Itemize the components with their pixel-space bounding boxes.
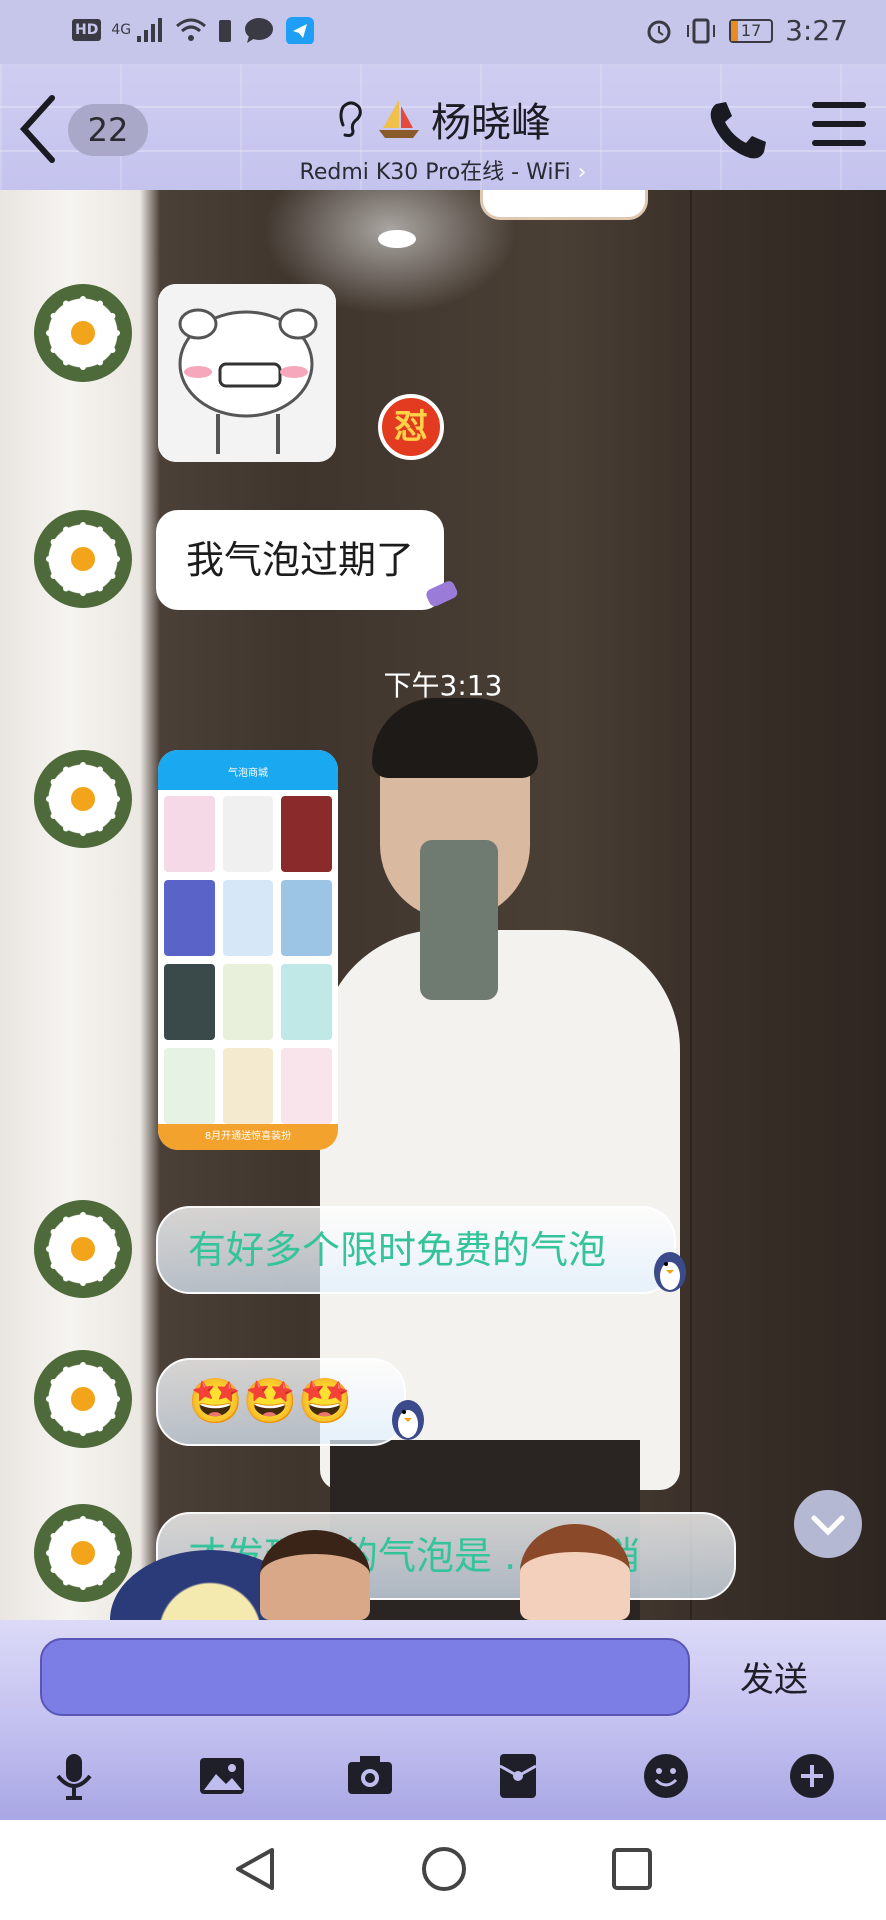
daisy-center [71,1541,95,1565]
daisy-center [71,787,95,811]
screenshot-cell [281,964,332,1040]
composer: 发送 [0,1620,886,1820]
penguin-icon [392,1400,424,1440]
message-bubble[interactable]: 有好多个限时免费的气泡 [156,1206,676,1294]
message-text: 我气泡过期了 [186,538,415,582]
daisy-center [71,321,95,345]
avatar[interactable] [34,284,132,382]
screenshot-cell [222,1048,274,1124]
message-text: 有好多个限时免费的气泡 [188,1228,607,1272]
screenshot-title: 气泡商城 [158,750,338,790]
daisy-center [71,1237,95,1261]
screenshot-cell [281,1048,332,1124]
composer-toolbar [0,1750,886,1810]
message-bubble[interactable]: 我气泡过期了 [156,510,445,610]
device-status: Redmi K30 Pro在线 - WiFi [299,160,571,185]
screenshot-cell [281,796,332,872]
avatar[interactable] [34,510,132,608]
wifi-icon [176,18,207,41]
screenshot-cell [164,964,215,1040]
chat-header: 22 杨晓峰 Redmi K30 Pro在线 - WiFi › [0,64,886,190]
signal-icon [137,18,163,42]
emoji-icon[interactable] [640,1750,692,1802]
daisy-center [71,547,95,571]
battery-level: 17 [740,20,762,40]
app-notification-icon [286,17,315,44]
menu-icon[interactable] [812,102,866,158]
chat-area[interactable]: 怼 我气泡过期了 下午3:13 气泡商城 8月开通送惊喜装扮 有好多个限时免费的… [0,190,886,1620]
nav-recents-icon[interactable] [610,1844,656,1894]
screenshot-cell [222,880,274,956]
sticker-reaction-badge: 怼 [378,394,444,460]
sticker-message[interactable] [158,284,336,462]
wall-edge [690,190,692,1620]
scroll-to-bottom-button[interactable] [794,1490,862,1558]
system-nav-bar [0,1820,886,1920]
daisy-center [71,1387,95,1411]
cartoon-boy [260,1530,370,1620]
background-person-hair [372,698,538,778]
penguin-icon [654,1252,686,1292]
avatar[interactable] [34,1350,132,1448]
screenshot-cell [222,964,274,1040]
message-icon [245,18,274,43]
message-text: 🤩🤩🤩 [188,1376,353,1427]
avatar[interactable] [34,1504,132,1602]
chevron-down-icon [811,1515,845,1536]
nav-home-icon[interactable] [420,1844,468,1894]
vibrate-icon [687,18,716,43]
red-packet-icon[interactable] [492,1750,544,1802]
image-icon[interactable] [196,1750,248,1802]
hd-icon: HD [72,19,102,41]
screenshot-grid [158,790,338,1130]
screenshot-banner-text: 8月开通送惊喜装扮 [204,1131,292,1142]
background-phone [420,840,498,1000]
partial-sticker [480,190,648,220]
screenshot-cell [164,880,215,956]
clock: 3:27 [785,14,848,47]
image-message[interactable]: 气泡商城 8月开通送惊喜装扮 [158,750,338,1150]
network-type: 4G [111,22,132,38]
alarm-icon [647,20,671,43]
time-divider: 下午3:13 [383,669,503,702]
avatar[interactable] [34,750,132,848]
sailboat-icon [379,100,419,138]
screenshot-cell [164,1048,215,1124]
camera-icon[interactable] [344,1750,396,1802]
battery-icon: 17 [729,18,774,43]
message-input[interactable] [40,1638,690,1716]
message-bubble[interactable]: 🤩🤩🤩 [156,1358,406,1446]
ceiling-light [378,230,416,248]
sim-alert-icon [219,20,232,42]
screenshot-cell [222,796,274,872]
screenshot-cell [164,796,215,872]
ear-icon [339,101,362,137]
send-button[interactable]: 发送 [740,1652,808,1701]
avatar[interactable] [34,1200,132,1298]
screenshot-cell [281,880,332,956]
contact-name: 杨晓峰 [431,100,551,146]
device-chevron-icon: › [577,160,587,185]
phone-call-icon[interactable] [704,98,770,164]
bear-sticker-icon [158,284,336,462]
screenshot-banner: 8月开通送惊喜装扮 [158,1124,338,1150]
nav-back-icon[interactable] [232,1844,278,1894]
plus-icon[interactable] [786,1750,838,1802]
cartoon-girl [520,1524,630,1620]
bubble-decoration-icon [426,581,458,607]
microphone-icon[interactable] [48,1750,100,1802]
status-bar: HD 4G 17 3:27 [0,0,886,64]
